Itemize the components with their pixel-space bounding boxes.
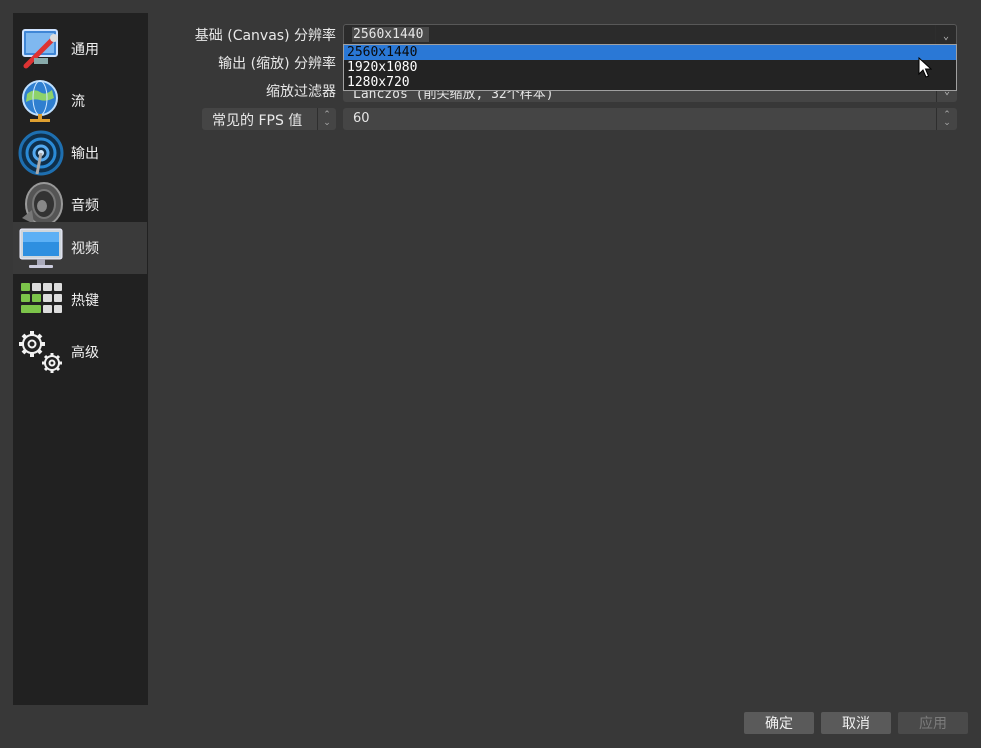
sidebar-item-label: 通用	[71, 42, 99, 58]
sidebar-item-general[interactable]: 通用	[13, 23, 147, 75]
output-resolution-label: 输出 (缩放) 分辨率	[218, 56, 336, 72]
dropdown-option[interactable]: 2560x1440	[344, 45, 956, 60]
sidebar-item-stream[interactable]: 流	[13, 75, 147, 127]
cancel-button[interactable]: 取消	[821, 712, 891, 734]
up-down-arrows-icon[interactable]: ⌃ ⌄	[317, 108, 336, 130]
sidebar-item-label: 热键	[71, 293, 99, 309]
mouse-cursor-icon	[918, 56, 933, 83]
sidebar-item-advanced[interactable]: 高级	[13, 326, 147, 378]
base-resolution-dropdown-list: 2560x1440 1920x1080 1280x720	[343, 44, 957, 91]
hotkeys-keyboard-icon	[16, 276, 66, 324]
output-broadcast-icon	[16, 129, 66, 177]
base-resolution-value: 2560x1440	[352, 27, 430, 42]
base-resolution-label: 基础 (Canvas) 分辨率	[194, 28, 336, 44]
fps-type-select[interactable]: 常见的 FPS 值 ⌃ ⌄	[202, 108, 336, 130]
fps-value: 60	[353, 111, 370, 126]
settings-sidebar: 通用 流 输出 音频 视频 热键 高级	[13, 13, 148, 705]
dropdown-option[interactable]: 1280x720	[344, 75, 956, 90]
general-settings-icon	[16, 25, 66, 73]
fps-type-value: 常见的 FPS 值	[212, 113, 303, 129]
sidebar-item-label: 音频	[71, 198, 99, 214]
fps-value-combobox[interactable]: 60 ⌃ ⌄	[343, 108, 957, 130]
ok-button[interactable]: 确定	[744, 712, 814, 734]
sidebar-item-output[interactable]: 输出	[13, 127, 147, 179]
sidebar-item-label: 流	[71, 94, 85, 110]
sidebar-item-video[interactable]: 视频	[13, 222, 147, 274]
stream-globe-icon	[16, 77, 66, 125]
sidebar-item-hotkeys[interactable]: 热键	[13, 274, 147, 326]
up-down-arrows-icon[interactable]: ⌃ ⌄	[936, 108, 957, 130]
advanced-gears-icon	[16, 328, 66, 376]
apply-button[interactable]: 应用	[898, 712, 968, 734]
sidebar-item-label: 输出	[71, 146, 99, 162]
sidebar-item-label: 高级	[71, 345, 99, 361]
video-monitor-icon	[16, 224, 66, 272]
base-resolution-combobox[interactable]: 2560x1440 ⌄	[343, 24, 957, 47]
dropdown-option[interactable]: 1920x1080	[344, 60, 956, 75]
downscale-filter-label: 缩放过滤器	[266, 84, 336, 100]
sidebar-item-label: 视频	[71, 241, 99, 257]
